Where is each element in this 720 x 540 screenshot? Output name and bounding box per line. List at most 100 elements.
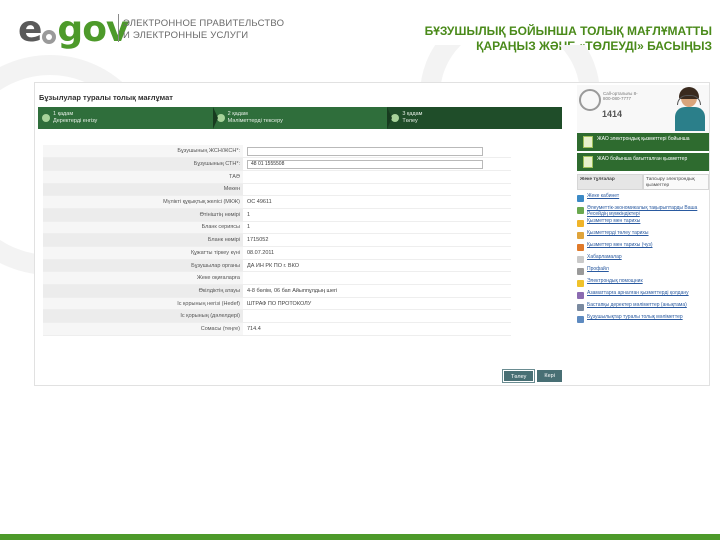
form-row: Іс қорының негізі (Hedef) ШТРАФ ПО ПРОТОК… xyxy=(43,297,511,311)
step-2-label: 2 қадам Мәліметтерді тексеру xyxy=(228,111,283,125)
form-row: Сомасы (теңге) 714.4 xyxy=(43,322,511,336)
services-banner-1[interactable]: ЖАО электрондық қызметтері бойынша xyxy=(577,133,709,151)
portal-screenshot: Бұзылулар туралы толық мағлұмат 1 қадам … xyxy=(34,82,710,386)
page-title: Бұзылулар туралы толық мағлұмат xyxy=(39,93,173,102)
list-item[interactable]: Бастапқы деректер мәліметтер (анықтама) xyxy=(577,303,709,313)
profile-icon xyxy=(577,268,584,276)
list-item-label: Қызметтерді төлеу тарихы xyxy=(587,230,649,237)
field-value xyxy=(243,271,511,286)
violation-details-form: Бұзушының ЖСН/ЖСН*: Бұзушының СТН*: 48 01… xyxy=(43,145,511,336)
field-value: 4-8 бөлім, 06 бап Айыппұлдың шегі xyxy=(243,284,511,298)
field-value: 1715052 xyxy=(243,233,511,247)
list-item-label: Қызметтер мен тарихы xyxy=(587,218,641,225)
form-row: Өтініштің нөмірі 1 xyxy=(43,208,511,222)
step-3-text: Төлеу xyxy=(402,118,418,124)
egov-logo[interactable]: e gov xyxy=(18,9,129,50)
field-value: ОС 49611 xyxy=(243,195,511,209)
field-label: Өтініштің нөмірі xyxy=(43,208,243,222)
logo-subtitle-line2: И ЭЛЕКТРОННЫЕ УСЛУГИ xyxy=(123,30,249,41)
step-2[interactable]: 2 қадам Мәліметтерді тексеру xyxy=(213,107,393,129)
history-icon xyxy=(577,244,584,252)
list-item-label: Бастапқы деректер мәліметтер (анықтама) xyxy=(587,302,687,309)
tab-e-services[interactable]: Тапсыру электрондық қызметтер xyxy=(643,174,709,190)
field-label: Бланк нөмірі xyxy=(43,233,243,247)
envelope-icon xyxy=(577,256,584,264)
form-row: ТАӘ xyxy=(43,170,511,184)
list-item[interactable]: Азаматтарға арналған қызметтерді қолдану xyxy=(577,291,709,301)
step-2-number: 2 қадам xyxy=(227,111,248,117)
form-row: Бланк нөмірі 1715052 xyxy=(43,233,511,247)
form-row: Жеке оқиғаларға xyxy=(43,271,511,286)
list-item-label: Азаматтарға арналған қызметтерді қолдану xyxy=(587,290,689,297)
action-buttons: Төлеу Кері xyxy=(501,369,562,383)
field-value xyxy=(243,170,511,184)
field-value: ШТРАФ ПО ПРОТОКОЛУ xyxy=(243,297,511,311)
field-label: Мүлікті құқықтық желісі (МКЖ) xyxy=(43,195,243,209)
logo-letter-e: e xyxy=(18,9,42,50)
operator-avatar xyxy=(673,87,707,131)
field-label: Іс қорының (дәлелдері) xyxy=(43,309,243,324)
people-icon xyxy=(577,292,584,300)
step-bullet-icon xyxy=(216,114,225,122)
logo-divider xyxy=(118,14,119,42)
pay-button[interactable]: Төлеу xyxy=(501,369,536,383)
services-banner-2-label: ЖАО бойынша бағытталған қызметтер xyxy=(597,156,688,162)
sidebar: Call-орталығы 8-800-080-7777 1414 ЖАО эл… xyxy=(573,83,711,387)
field-label: Бұзушылар органы xyxy=(43,259,243,273)
list-item[interactable]: Қызметтер мен тарихы xyxy=(577,219,709,229)
slide-title-line1: БҰЗУШЫЛЫҚ БОЙЫНША ТОЛЫҚ МАҒЛҰМАТТЫ xyxy=(424,24,712,38)
list-item-label: Жеке кабинет xyxy=(587,193,620,199)
list-item-label: Профайл xyxy=(587,266,609,273)
list-item-label: Хабарламалар xyxy=(587,254,622,261)
form-row: Өкілдіктің атауы 4-8 бөлім, 06 бап Айыппұ… xyxy=(43,284,511,298)
list-item[interactable]: Профайл xyxy=(577,267,709,277)
logo-subtitle-line1: ЭЛЕКТРОННОЕ ПРАВИТЕЛЬСТВО xyxy=(123,18,285,29)
field-value: ДА ИН РК ПО г. ВКО xyxy=(243,259,511,273)
field-value xyxy=(243,309,511,324)
list-item[interactable]: Жеке кабинет xyxy=(577,193,709,204)
logo-dot-icon xyxy=(42,30,57,44)
database-icon xyxy=(577,304,584,312)
list-item-label: Әлеуметтік-экономикалық тақырыптарды Ваш… xyxy=(587,205,698,217)
field-label: Құжатты тіркеу күні xyxy=(43,246,243,260)
form-row: Мүлікті құқықтық желісі (МКЖ) ОС 49611 xyxy=(43,195,511,209)
step-bullet-icon xyxy=(391,114,400,122)
call-center-number: 1414 xyxy=(602,109,623,119)
chart-icon xyxy=(577,207,584,214)
back-button[interactable]: Кері xyxy=(537,370,562,382)
list-item[interactable]: Қызметтер мен тарихы (чуз) xyxy=(577,243,709,253)
list-item[interactable]: Электрондық помощник xyxy=(577,279,709,289)
field-value: 1 xyxy=(243,221,511,235)
call-center-banner[interactable]: Call-орталығы 8-800-080-7777 1414 xyxy=(577,85,709,133)
amount-value: 714.4 xyxy=(243,322,511,336)
document-icon xyxy=(583,136,593,148)
services-banner-2[interactable]: ЖАО бойынша бағытталған қызметтер xyxy=(577,153,709,171)
logo-subtitle: ЭЛЕКТРОННОЕ ПРАВИТЕЛЬСТВО И ЭЛЕКТРОННЫЕ … xyxy=(123,18,284,42)
step-3[interactable]: 3 қадам Төлеу xyxy=(387,107,563,129)
list-item-label: Қызметтер мен тарихы (чуз) xyxy=(587,242,653,249)
list-item[interactable]: Хабарламалар xyxy=(577,255,709,265)
document-icon xyxy=(583,156,593,168)
rnn-input[interactable]: 48 01 1555508 xyxy=(247,159,483,169)
list-item[interactable]: Бұзушылықтар туралы толық мәліметтер xyxy=(577,315,709,325)
form-row: Бұзушының СТН*: 48 01 1555508 xyxy=(43,157,511,171)
list-item[interactable]: Қызметтерді төлеу тарихы xyxy=(577,231,709,241)
tab-individuals[interactable]: Жеке тұлғалар xyxy=(577,174,643,190)
list-item-label: Электрондық помощник xyxy=(587,278,643,285)
iin-input[interactable] xyxy=(247,146,483,156)
wizard-steps: 1 қадам Деректерді енгізу 2 қадам Мәліме… xyxy=(38,107,563,129)
payment-icon xyxy=(577,232,584,240)
field-label: Бланк сериясы xyxy=(43,221,243,235)
form-row: Бұзушының ЖСН/ЖСН*: xyxy=(43,145,511,159)
main-panel: Бұзылулар туралы толық мағлұмат 1 қадам … xyxy=(35,83,565,387)
step-1-number: 1 қадам xyxy=(53,111,74,117)
form-row: Бұзушылар органы ДА ИН РК ПО г. ВКО xyxy=(43,259,511,273)
phone-icon xyxy=(579,89,601,111)
list-item[interactable]: Әлеуметтік-экономикалық тақырыптарды Ваш… xyxy=(577,205,709,217)
field-label: Жеке оқиғаларға xyxy=(43,271,243,286)
step-bullet-icon xyxy=(42,114,50,122)
step-1[interactable]: 1 қадам Деректерді енгізу xyxy=(38,107,218,129)
step-2-text: Мәліметтерді тексеру xyxy=(227,118,283,124)
field-label: Бұзушының ЖСН/ЖСН*: xyxy=(43,145,243,159)
field-label: Іс қорының негізі (Hedef) xyxy=(43,297,243,311)
